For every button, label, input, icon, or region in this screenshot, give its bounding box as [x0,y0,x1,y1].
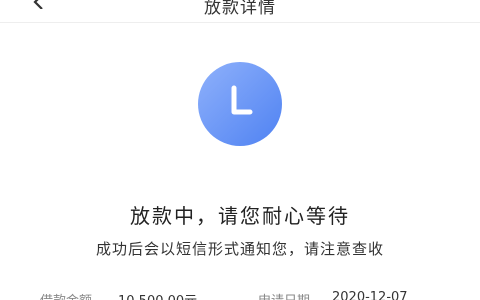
date-value: 2020-12-07 [332,290,408,300]
clock-icon [198,62,282,146]
page-title: 放款详情 [204,0,276,18]
status-title: 放款中，请您耐心等待 [130,204,350,228]
status-subtitle: 成功后会以短信形式通知您，请注意查收 [95,240,384,258]
loan-status-page: 放款详情 放款中，请您耐心等待 成功后会以短信形式通知您，请注意查收 借款金额 … [0,0,480,300]
loan-detail-row: 借款金额 10,500.00元 申请日期 2020-12-07 [0,290,480,300]
date-label: 申请日期 [258,290,310,300]
navigation-bar: 放款详情 [0,0,480,23]
amount-label: 借款金额 [40,290,92,300]
amount-value: 10,500.00元 [118,290,197,300]
